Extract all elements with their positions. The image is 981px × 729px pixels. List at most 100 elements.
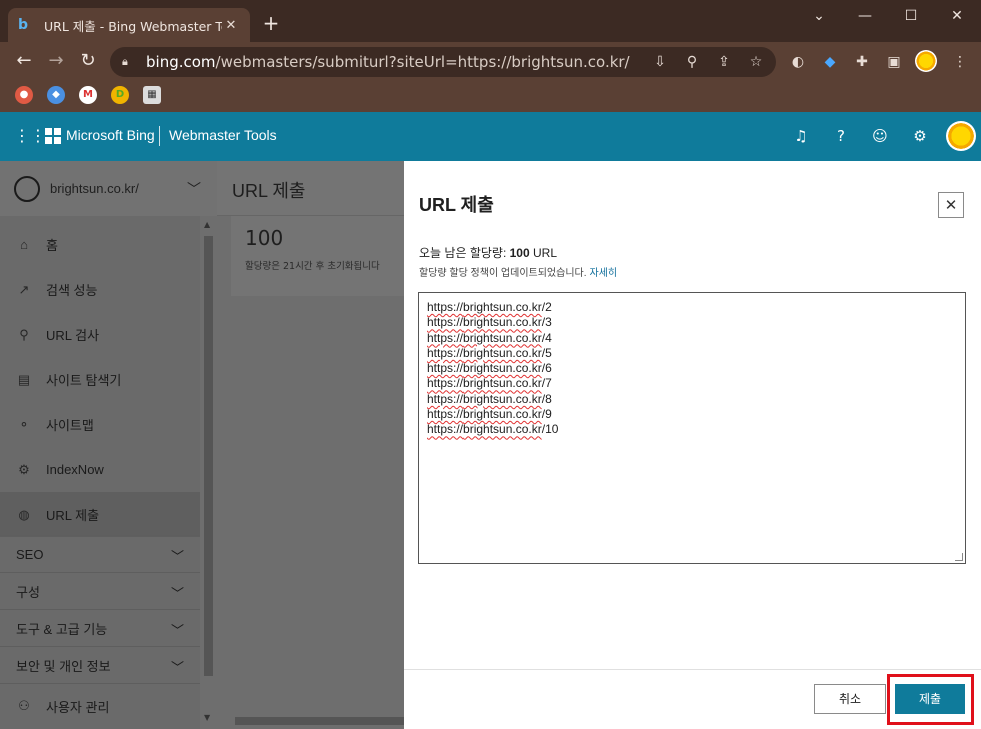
url-scheme: https:// xyxy=(427,407,464,422)
scroll-down-icon[interactable]: ▼ xyxy=(204,713,210,722)
learn-more-link[interactable]: 자세히 xyxy=(590,268,618,279)
site-selector-label: brightsun.co.kr/ xyxy=(50,181,139,196)
url-scheme: https:// xyxy=(427,391,464,406)
main-content: URL 제출 100 할당량은 21시간 후 초기화됩니다 xyxy=(217,161,411,729)
site-selector[interactable]: brightsun.co.kr/ ﹀ xyxy=(0,161,217,216)
chevron-down-icon: ﹀ xyxy=(170,660,184,675)
reload-icon[interactable]: ↻ xyxy=(76,49,100,73)
sidebar-item-search-performance[interactable]: ↗ 검색 성능 xyxy=(0,267,200,312)
extension-gem-icon[interactable]: ◆ xyxy=(820,52,840,72)
chevron-down-icon: ﹀ xyxy=(170,586,184,601)
url-path: /8 xyxy=(541,391,552,406)
side-panel-icon[interactable]: ▣ xyxy=(884,52,904,72)
horizontal-scrollbar[interactable] xyxy=(217,712,415,729)
sidebar-scrollbar[interactable]: ▲ ▼ xyxy=(200,216,217,729)
scroll-up-icon[interactable]: ▲ xyxy=(204,220,210,229)
minimize-button[interactable]: — xyxy=(842,0,888,32)
url-host: brightsun.co.kr xyxy=(463,345,542,360)
sidebar-item-label: 사이트맵 xyxy=(46,418,94,433)
back-icon[interactable]: ← xyxy=(12,49,36,73)
user-avatar[interactable] xyxy=(946,121,976,151)
url-path: /webmasters/submiturl?siteUrl=https://br… xyxy=(215,53,630,71)
app-launcher-icon[interactable]: ⋮⋮ xyxy=(14,128,46,144)
cancel-button[interactable]: 취소 xyxy=(814,684,886,714)
close-icon[interactable]: ✕ xyxy=(938,192,964,218)
sidebar-group-label: 도구 & 고급 기능 xyxy=(16,621,108,637)
chrome-menu-icon[interactable]: ⋮ xyxy=(950,52,970,72)
sidebar-item-label: IndexNow xyxy=(46,462,104,477)
forward-icon[interactable]: → xyxy=(44,49,68,73)
panel-title: URL 제출 xyxy=(419,195,494,215)
url-scheme: https:// xyxy=(427,345,464,360)
quota-card: 100 할당량은 21시간 후 초기화됩니다 xyxy=(231,216,411,296)
url-line: https://brightsun.co.kr/8 xyxy=(427,392,957,407)
url-line: https://brightsun.co.kr/9 xyxy=(427,407,957,422)
resize-grip-icon[interactable] xyxy=(955,553,963,561)
url-textarea[interactable]: https://brightsun.co.kr/2 https://brights… xyxy=(418,292,966,564)
address-bar[interactable]: 🔒︎ bing.com/webmasters/submiturl?siteUrl… xyxy=(110,47,776,77)
help-icon[interactable]: ? xyxy=(831,126,851,146)
home-icon: ⌂ xyxy=(20,237,28,252)
sidebar-group-seo[interactable]: SEO ﹀ xyxy=(0,535,200,572)
url-line: https://brightsun.co.kr/7 xyxy=(427,376,957,391)
url-path: /3 xyxy=(541,315,552,330)
user-icon: ⚇ xyxy=(18,698,30,713)
extension-mouse-icon[interactable]: ◐ xyxy=(788,52,808,72)
profile-avatar[interactable] xyxy=(915,50,937,72)
sidebar-item-indexnow[interactable]: ⚙ IndexNow xyxy=(0,447,200,492)
browser-tab[interactable]: b URL 제출 - Bing Webmaster Tools ✕ xyxy=(8,8,250,42)
sidebar-group-tools[interactable]: 도구 & 고급 기능 ﹀ xyxy=(0,609,200,646)
chevron-down-icon: ﹀ xyxy=(170,623,184,638)
close-window-button[interactable]: ✕ xyxy=(934,0,980,32)
bookmark-tag-icon[interactable]: ◆ xyxy=(47,86,65,104)
scrollbar-thumb[interactable] xyxy=(235,717,415,725)
bing-favicon-icon: b xyxy=(18,17,29,33)
bookmark-star-icon[interactable]: ☆ xyxy=(744,47,768,77)
scrollbar-thumb[interactable] xyxy=(204,236,213,676)
app-background: ⌂ 홈 ↗ 검색 성능 ⚲ URL 검사 ▤ 사이트 탐색기 ⚬ 사이트맵 ⚙ … xyxy=(0,161,415,729)
sidebar-item-label: URL 검사 xyxy=(46,328,100,343)
share-icon[interactable]: ⇪ xyxy=(712,47,736,77)
quota-value: 100 xyxy=(509,246,530,260)
trend-icon: ↗ xyxy=(18,281,30,297)
sidebar-item-home[interactable]: ⌂ 홈 xyxy=(0,222,200,267)
settings-gear-icon[interactable]: ⚙ xyxy=(910,126,930,146)
brand-name[interactable]: Microsoft Bing xyxy=(66,127,155,143)
submit-highlight-box xyxy=(887,674,974,725)
bookmark-calendar-icon[interactable]: ▦ xyxy=(143,86,161,104)
install-app-icon[interactable]: ⇩ xyxy=(648,47,672,77)
new-tab-button[interactable]: + xyxy=(260,12,282,34)
sidebar-item-url-inspection[interactable]: ⚲ URL 검사 xyxy=(0,312,200,357)
sidebar-group-security-privacy[interactable]: 보안 및 개인 정보 ﹀ xyxy=(0,646,200,683)
feedback-smiley-icon[interactable]: ☺ xyxy=(870,126,890,146)
bookmark-gmail-icon[interactable]: M xyxy=(79,86,97,104)
chevron-down-icon: ﹀ xyxy=(170,549,184,564)
url-scheme: https:// xyxy=(427,300,464,314)
tab-close-icon[interactable]: ✕ xyxy=(222,18,240,33)
url-path: /7 xyxy=(541,376,552,391)
globe-icon: ◍ xyxy=(18,506,30,522)
url-scheme: https:// xyxy=(427,315,464,330)
extensions-puzzle-icon[interactable]: ✚ xyxy=(852,52,872,72)
policy-notice: 할당량 할당 정책이 업데이트되었습니다. 자세히 xyxy=(419,264,617,279)
sidebar-item-site-explorer[interactable]: ▤ 사이트 탐색기 xyxy=(0,357,200,402)
sidebar-item-user-management[interactable]: ⚇ 사용자 관리 xyxy=(0,683,200,728)
product-name[interactable]: Webmaster Tools xyxy=(169,127,277,143)
microsoft-logo-icon xyxy=(45,128,61,144)
bookmark-shop-icon[interactable]: ● xyxy=(15,86,33,104)
sidebar-group-configuration[interactable]: 구성 ﹀ xyxy=(0,572,200,609)
gear-icon: ⚙ xyxy=(18,461,30,477)
url-host: brightsun.co.kr xyxy=(463,330,542,345)
zoom-icon[interactable]: ⚲ xyxy=(680,47,704,77)
policy-text: 할당량 할당 정책이 업데이트되었습니다. xyxy=(419,268,587,279)
sidebar-item-label: 사이트 탐색기 xyxy=(46,373,122,388)
sidebar-item-sitemaps[interactable]: ⚬ 사이트맵 xyxy=(0,402,200,447)
bookmark-d-icon[interactable]: D xyxy=(111,86,129,104)
url-list: https://brightsun.co.kr/2 https://brights… xyxy=(427,300,957,438)
sidebar-item-url-submission[interactable]: ◍ URL 제출 xyxy=(0,492,200,537)
notifications-bell-icon[interactable]: ♫ xyxy=(791,126,811,146)
maximize-button[interactable]: ☐ xyxy=(888,0,934,32)
quota-number: 100 xyxy=(245,226,284,250)
tab-search-icon[interactable]: ⌄ xyxy=(796,0,842,32)
url-line: https://brightsun.co.kr/4 xyxy=(427,331,957,346)
